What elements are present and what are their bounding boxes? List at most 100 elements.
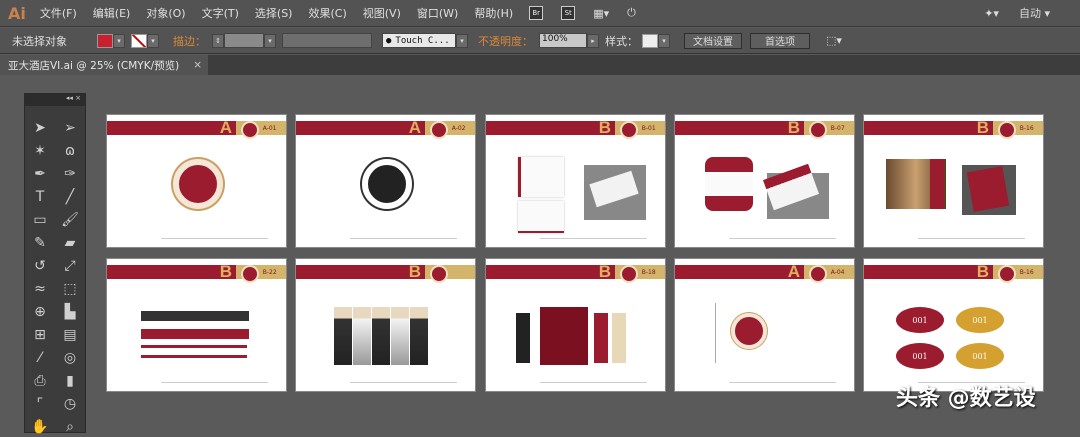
style-dropdown[interactable]: ▾ [658,33,670,48]
stroke-weight-dropdown[interactable]: ▾ [264,33,276,48]
document-tab-title: 亚大酒店VI.ai @ 25% (CMYK/预览) [8,59,180,72]
eyedropper-tool-icon[interactable]: ⁄ [25,348,55,368]
graph-tool-icon[interactable]: ▙ [55,302,85,322]
line-tool-icon[interactable]: ╱ [55,187,85,207]
opacity-input[interactable]: 100% [539,33,587,48]
opacity-label[interactable]: 不透明度： [478,33,533,49]
footer-line [349,238,458,239]
artboard[interactable]: B B-18 [485,258,666,392]
menu-8[interactable]: 帮助(H) [474,5,513,21]
column-graph-tool-icon[interactable]: ▮ [55,371,85,391]
uniform-photo [391,307,409,365]
rectangle-tool-icon[interactable]: ▭ [25,210,55,230]
stock-button[interactable]: St [561,6,576,20]
artboard[interactable]: B B-16 [863,114,1044,248]
banner [612,313,626,363]
workspace-icon[interactable]: ✦▾ [984,7,999,20]
artboard[interactable]: B B-07 [674,114,855,248]
variable-width-select[interactable] [282,33,372,48]
eraser-tool-icon[interactable]: ▰ [55,233,85,253]
style-swatch[interactable] [642,33,658,48]
footer-line [728,382,837,383]
artboard[interactable]: B B-01 [485,114,666,248]
artboard[interactable]: A A-01 [106,114,287,248]
menu-7[interactable]: 窗口(W) [417,5,458,21]
header-bar [296,121,425,135]
artboard[interactable]: B B-16 001 001 001 001 [863,258,1044,392]
menu-cover [930,159,944,209]
logo-seal [430,121,449,139]
menu-2[interactable]: 对象(O) [146,5,185,21]
footer-line [160,238,269,239]
stroke-label[interactable]: 描边： [173,33,206,49]
section-letter: B [219,262,233,281]
arrange-icon[interactable]: ⬚▾ [826,34,842,47]
bridge-button[interactable]: Br [529,6,544,20]
menu-5[interactable]: 效果(C) [308,5,346,21]
artboard[interactable]: B B-22 [106,258,287,392]
document-tab[interactable]: 亚大酒店VI.ai @ 25% (CMYK/预览) × [0,55,208,75]
rotate-tool-icon[interactable]: ↺ [25,256,55,276]
brush-dropdown[interactable]: ▾ [456,33,468,48]
fill-dropdown[interactable]: ▾ [113,33,125,48]
direct-selection-tool-icon[interactable]: ➢ [55,118,85,138]
menu-3[interactable]: 文字(T) [202,5,239,21]
curvature-tool-icon[interactable]: ✑ [55,164,85,184]
section-letter: B [598,262,612,281]
mesh-tool-icon[interactable]: ⊞ [25,325,55,345]
menu-4[interactable]: 选择(S) [255,5,293,21]
stroke-weight-stepper[interactable]: ⇕ [212,33,224,48]
workspace-switcher[interactable]: 自动 ▾ [1019,5,1050,21]
arrange-documents-icon[interactable]: ▦▾ [593,7,609,20]
business-card [518,157,564,197]
lasso-tool-icon[interactable]: ɷ [55,141,85,161]
opacity-dropdown[interactable]: ▸ [587,33,599,48]
brush-select[interactable]: ● Touch C... [382,33,456,48]
stroke-swatch[interactable] [131,33,147,48]
selection-tool-icon[interactable]: ➤ [25,118,55,138]
menu-6[interactable]: 视图(V) [363,5,401,21]
blend-tool-icon[interactable]: ◎ [55,348,85,368]
type-tool-icon[interactable]: T [25,187,55,207]
page-code: B-01 [641,125,656,132]
paintbrush-tool-icon[interactable]: 🖌 [55,210,85,230]
pen-tool-icon[interactable]: ✒ [25,164,55,184]
warp-tool-icon[interactable]: ≈ [25,279,55,299]
artboard-tool-icon[interactable]: ⌜ [25,394,55,414]
slice-tool-icon[interactable]: ◷ [55,394,85,414]
stroke-dropdown[interactable]: ▾ [147,33,159,48]
section-letter: B [598,118,612,137]
hand-tool-icon[interactable]: ✋ [25,417,55,437]
magic-wand-tool-icon[interactable]: ✶ [25,141,55,161]
fill-swatch[interactable] [97,33,113,48]
collapse-panel-icon[interactable]: ◂◂ [66,94,73,102]
logo-seal [241,265,260,283]
scale-tool-icon[interactable]: ⤢ [55,256,85,276]
close-tab-icon[interactable]: × [193,59,202,71]
artboard[interactable]: A A-02 [295,114,476,248]
sync-icon[interactable]: ⏻ [627,6,636,20]
symbol-sprayer-tool-icon[interactable]: ⎙ [25,371,55,391]
preferences-button[interactable]: 首选项 [750,32,810,49]
close-panel-icon[interactable]: × [75,94,81,102]
artboard[interactable]: B [295,258,476,392]
page-code: B-07 [830,125,845,132]
guide-line [715,303,716,363]
footer-line [728,238,837,239]
section-letter: B [976,262,990,281]
menu-1[interactable]: 编辑(E) [93,5,131,21]
logo-seal [430,265,449,283]
gradient-tool-icon[interactable]: ▤ [55,325,85,345]
free-transform-tool-icon[interactable]: ⬚ [55,279,85,299]
pencil-tool-icon[interactable]: ✎ [25,233,55,253]
document-setup-button[interactable]: 文档设置 [684,32,742,49]
shape-builder-tool-icon[interactable]: ⊕ [25,302,55,322]
stroke-weight-input[interactable] [224,33,264,48]
artboard[interactable]: A A-04 [674,258,855,392]
business-card [518,201,564,233]
footer-line [539,382,648,383]
zoom-tool-icon[interactable]: ⌕ [55,417,85,437]
logo-seal [241,121,260,139]
uniform-photo [372,307,390,365]
menu-0[interactable]: 文件(F) [40,5,77,21]
